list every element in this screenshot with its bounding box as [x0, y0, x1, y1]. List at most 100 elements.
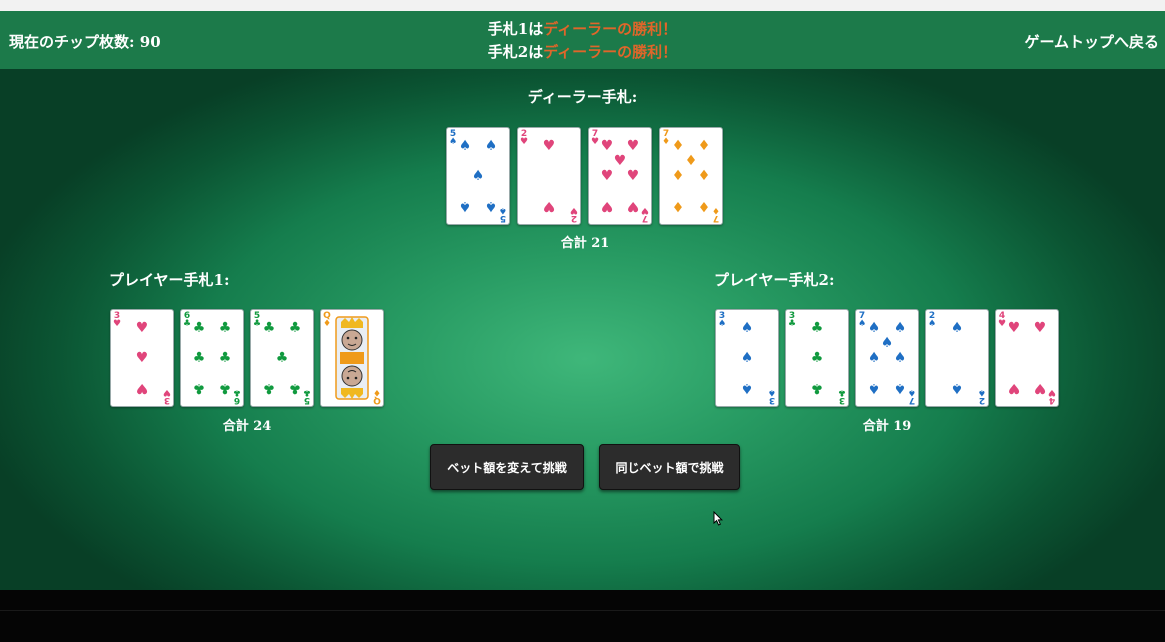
- spade-pip-icon: ♠: [880, 335, 894, 351]
- heart-pip-icon: ♥: [135, 320, 149, 336]
- card-rank: 5: [303, 395, 311, 405]
- diamond-pip-icon: ♦: [671, 168, 685, 184]
- card-corner-index: 7 ♥: [591, 130, 599, 147]
- club-pip-icon: ♣: [218, 350, 232, 366]
- card-rank: Q: [373, 395, 381, 405]
- player-hand-1: 3 ♥ 3 ♥ ♥ ♥ ♥ 6 ♣ 6 ♣ ♣ ♣ ♣ ♣ ♣ ♣ 5 ♣ 5 ♣ ♣ ♣ ♣ ♣ ♣ Q ♦ Q ♦: [110, 309, 390, 407]
- heart-icon: ♥: [998, 319, 1007, 329]
- card-corner-index: 5 ♣: [302, 387, 311, 405]
- diamond-icon: ♦: [372, 387, 381, 397]
- same-bet-retry-button[interactable]: 同じベット額で挑戦: [599, 444, 740, 490]
- window-top-strip: [0, 0, 1165, 11]
- club-pip-icon: ♣: [275, 350, 289, 366]
- card-corner-index: 2 ♠: [928, 312, 937, 329]
- change-bet-retry-button[interactable]: ベット額を変えて挑戦: [430, 444, 584, 490]
- result-line-1: 手札1はディーラーの勝利！: [0, 18, 1165, 41]
- playing-card-7-of-hearts: 7 ♥ 7 ♥ ♥ ♥ ♥ ♥ ♥ ♥ ♥: [588, 127, 652, 225]
- heart-icon: ♥: [162, 387, 171, 397]
- mouse-cursor-icon: [713, 511, 723, 526]
- club-icon: ♣: [302, 387, 311, 397]
- card-rank: 3: [838, 395, 846, 405]
- heart-icon: ♥: [520, 137, 529, 147]
- player-hand-1-title: プレイヤー手札1:: [109, 271, 230, 289]
- card-corner-index: 3 ♥: [113, 312, 122, 329]
- spade-icon: ♠: [767, 387, 776, 397]
- club-pip-icon: ♣: [810, 350, 824, 366]
- spade-pip-icon: ♠: [950, 380, 964, 396]
- card-corner-index: 4 ♥: [998, 312, 1007, 329]
- heart-pip-icon: ♥: [1033, 320, 1047, 336]
- spade-pip-icon: ♠: [867, 350, 881, 366]
- card-rank: 2: [978, 395, 986, 405]
- card-corner-index: 2 ♥: [520, 130, 529, 147]
- diamond-pip-icon: ♦: [671, 198, 685, 214]
- heart-pip-icon: ♥: [626, 138, 640, 154]
- card-rank: 7: [712, 213, 720, 223]
- card-corner-index: 2 ♠: [978, 387, 986, 405]
- card-corner-index: 3 ♣: [838, 387, 846, 405]
- card-corner-index: 7 ♠: [907, 387, 916, 405]
- heart-icon: ♥: [113, 319, 122, 329]
- heart-pip-icon: ♥: [135, 380, 149, 396]
- card-corner-index: 7 ♦: [711, 205, 720, 223]
- diamond-pip-icon: ♦: [697, 198, 711, 214]
- diamond-icon: ♦: [662, 137, 671, 147]
- club-pip-icon: ♣: [192, 320, 206, 336]
- spade-pip-icon: ♠: [740, 380, 754, 396]
- heart-pip-icon: ♥: [626, 168, 640, 184]
- result-hand-label: 手札1は: [487, 20, 544, 38]
- club-icon: ♣: [183, 319, 192, 329]
- playing-card-5-of-clubs: 5 ♣ 5 ♣ ♣ ♣ ♣ ♣ ♣: [250, 309, 314, 407]
- card-rank: 6: [233, 395, 241, 405]
- diamond-icon: ♦: [323, 319, 332, 329]
- club-pip-icon: ♣: [218, 380, 232, 396]
- playing-card-2-of-hearts: 2 ♥ 2 ♥ ♥ ♥: [517, 127, 581, 225]
- card-rank: 3: [768, 395, 776, 405]
- heart-pip-icon: ♥: [542, 138, 556, 154]
- card-rank: 5: [499, 213, 507, 223]
- diamond-icon: ♦: [711, 205, 720, 215]
- playing-card-6-of-clubs: 6 ♣ 6 ♣ ♣ ♣ ♣ ♣ ♣ ♣: [180, 309, 244, 407]
- spade-icon: ♠: [928, 319, 937, 329]
- heart-pip-icon: ♥: [1007, 380, 1021, 396]
- heart-pip-icon: ♥: [1007, 320, 1021, 336]
- playing-card-q-of-diamonds: Q ♦ Q ♦: [320, 309, 384, 407]
- club-pip-icon: ♣: [288, 380, 302, 396]
- heart-pip-icon: ♥: [600, 168, 614, 184]
- spade-pip-icon: ♠: [867, 320, 881, 336]
- player-hand-2: 3 ♠ 3 ♠ ♠ ♠ ♠ 3 ♣ 3 ♣ ♣ ♣ ♣ 7 ♠ 7 ♠ ♠ ♠ ♠ ♠ ♠ ♠ ♠ 2 ♠ 2 ♠ ♠ ♠ 4 ♥ 4 ♥ ♥ ♥ ♥ ♥: [715, 309, 1065, 407]
- card-corner-index: 3 ♥: [162, 387, 171, 405]
- heart-pip-icon: ♥: [542, 198, 556, 214]
- club-pip-icon: ♣: [810, 320, 824, 336]
- club-pip-icon: ♣: [192, 350, 206, 366]
- playing-card-7-of-diamonds: 7 ♦ 7 ♦ ♦ ♦ ♦ ♦ ♦ ♦ ♦: [659, 127, 723, 225]
- player-hand-1-total: 合計 24: [222, 419, 272, 434]
- club-pip-icon: ♣: [810, 380, 824, 396]
- spade-icon: ♠: [907, 387, 916, 397]
- playing-card-5-of-spades: 5 ♠ 5 ♠ ♠ ♠ ♠ ♠ ♠: [446, 127, 510, 225]
- card-table: ディーラー手札: 5 ♠ 5 ♠ ♠ ♠ ♠ ♠ ♠ 2 ♥ 2 ♥ ♥ ♥ 7 ♥ 7 ♥ ♥ ♥ ♥ ♥ ♥ ♥ ♥ 7 ♦ 7 ♦ ♦…: [0, 69, 1165, 590]
- spade-pip-icon: ♠: [740, 320, 754, 336]
- diamond-pip-icon: ♦: [697, 138, 711, 154]
- card-corner-index: 7 ♥: [641, 205, 649, 223]
- result-outcome: ディーラーの勝利！: [543, 20, 678, 38]
- card-corner-index: 6 ♣: [183, 312, 192, 329]
- back-to-top-link[interactable]: ゲームトップへ戻る: [1024, 11, 1159, 69]
- dealer-total: 合計 21: [560, 236, 610, 251]
- diamond-pip-icon: ♦: [684, 153, 698, 169]
- club-icon: ♣: [788, 319, 797, 329]
- playing-card-3-of-spades: 3 ♠ 3 ♠ ♠ ♠ ♠: [715, 309, 779, 407]
- card-corner-index: 4 ♥: [1047, 387, 1056, 405]
- heart-icon: ♥: [569, 205, 578, 215]
- spade-pip-icon: ♠: [893, 380, 907, 396]
- playing-card-3-of-hearts: 3 ♥ 3 ♥ ♥ ♥ ♥: [110, 309, 174, 407]
- spade-pip-icon: ♠: [484, 198, 498, 214]
- club-pip-icon: ♣: [288, 320, 302, 336]
- diamond-pip-icon: ♦: [671, 138, 685, 154]
- heart-pip-icon: ♥: [600, 198, 614, 214]
- club-pip-icon: ♣: [262, 380, 276, 396]
- heart-icon: ♥: [1047, 387, 1056, 397]
- card-rank: 3: [163, 395, 171, 405]
- player-hand-2-title: プレイヤー手札2:: [714, 271, 835, 289]
- queen-face-icon: [335, 316, 369, 400]
